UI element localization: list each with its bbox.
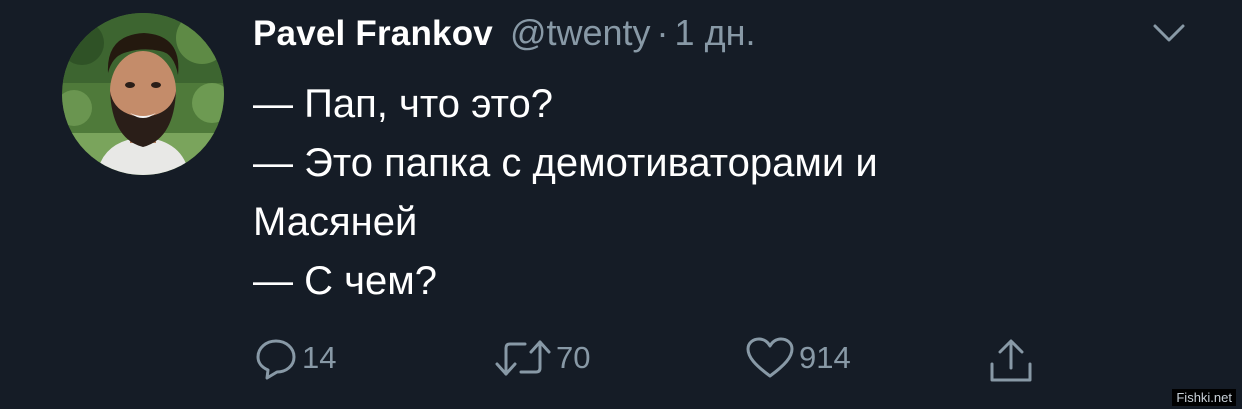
- tweet-line: — Пап, что это?: [253, 82, 553, 126]
- author-name[interactable]: Pavel Frankov: [253, 14, 493, 54]
- tweet-actions: 14 70 914: [0, 336, 1242, 386]
- tweet-header: Pavel Frankov @twenty · 1 дн.: [253, 12, 755, 54]
- retweet-button[interactable]: 70: [494, 336, 590, 380]
- like-button[interactable]: 914: [745, 336, 851, 380]
- reply-button[interactable]: 14: [254, 336, 336, 380]
- avatar[interactable]: [62, 13, 224, 175]
- author-handle[interactable]: @twenty: [510, 12, 651, 54]
- tweet-line: — С чем?: [253, 259, 437, 303]
- reply-icon: [254, 336, 298, 380]
- retweet-icon: [494, 336, 552, 380]
- like-count: 914: [799, 340, 851, 375]
- tweet-text: — Пап, что это? — Это папка с демотивато…: [253, 75, 878, 311]
- separator-dot: ·: [656, 12, 669, 53]
- share-icon: [988, 336, 1034, 384]
- watermark: Fishki.net: [1172, 389, 1236, 406]
- heart-icon: [745, 336, 795, 380]
- chevron-down-icon[interactable]: [1152, 22, 1186, 44]
- timestamp[interactable]: 1 дн.: [675, 12, 756, 54]
- reply-count: 14: [302, 340, 337, 375]
- retweet-count: 70: [556, 340, 591, 375]
- tweet-line: — Это папка с демотиваторами и: [253, 141, 878, 185]
- share-button[interactable]: [988, 336, 1034, 384]
- tweet-line: Масяней: [253, 200, 418, 244]
- tweet: Pavel Frankov @twenty · 1 дн. — Пап, что…: [0, 0, 1242, 409]
